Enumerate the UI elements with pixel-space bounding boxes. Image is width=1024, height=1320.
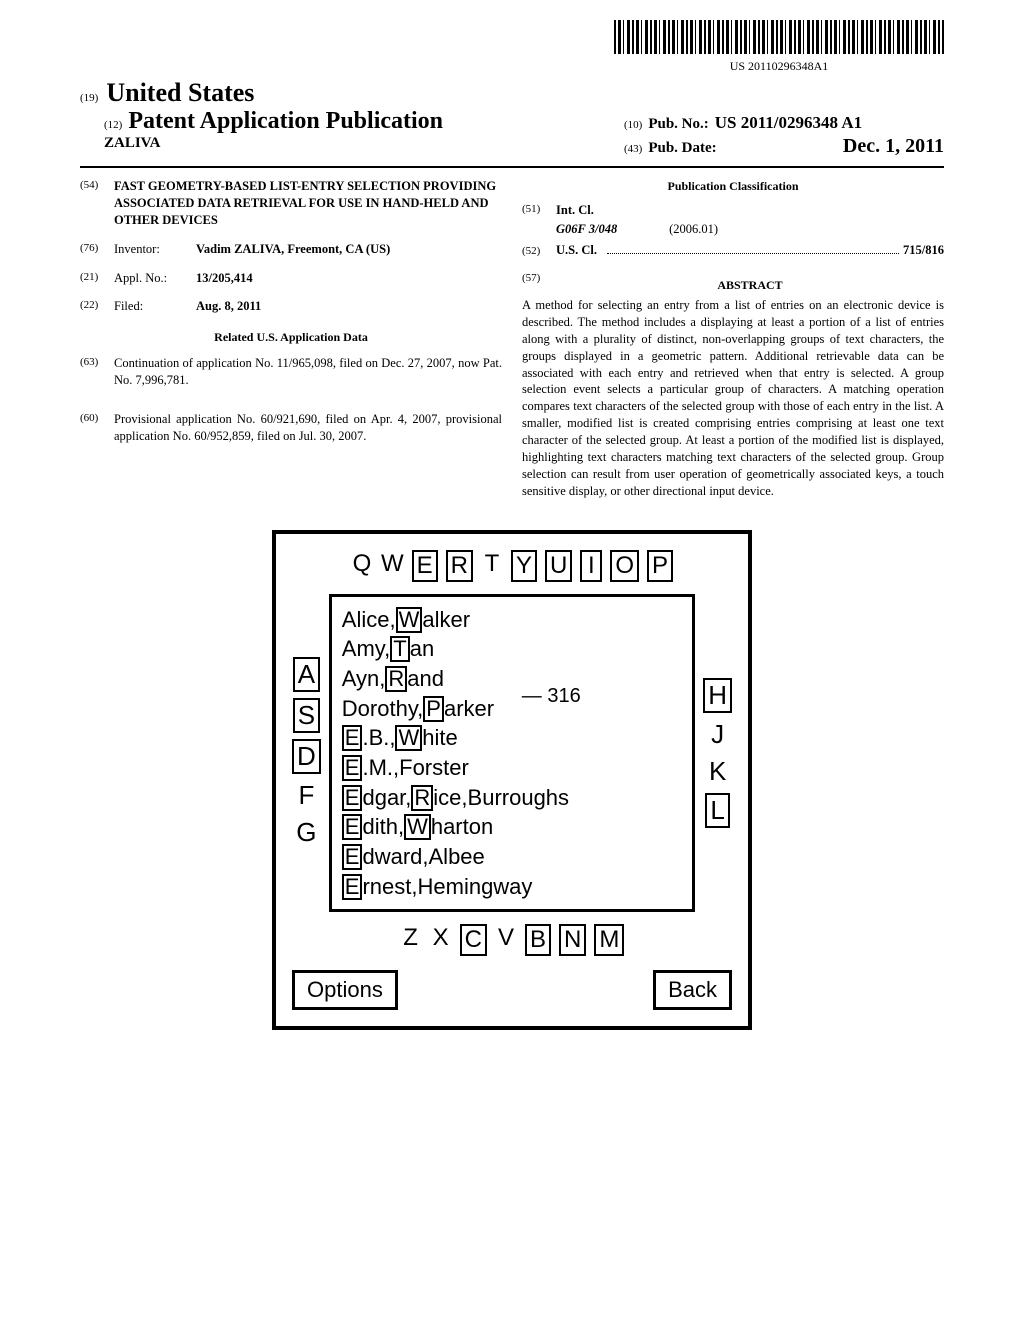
top-key-row: QWERTYUIOP (292, 550, 732, 582)
list-item[interactable]: Ayn,Rand (342, 664, 682, 694)
list-item[interactable]: E.M.,Forster (342, 753, 682, 783)
list-item[interactable]: Edgar,Rice,Burroughs (342, 783, 682, 813)
pub-no-label: Pub. No.: (648, 116, 708, 133)
barcode-block: US 20110296348A1 (80, 20, 944, 74)
intcl-code: (51) (522, 202, 556, 219)
biblio-columns: (54) FAST GEOMETRY-BASED LIST-ENTRY SELE… (80, 178, 944, 500)
filed-value: Aug. 8, 2011 (196, 298, 502, 315)
pub-type: Patent Application Publication (128, 108, 443, 135)
appl-value: 13/205,414 (196, 270, 502, 287)
uscl-code: (52) (522, 244, 556, 259)
keyboard-key[interactable]: X (430, 924, 452, 956)
intcl-class: G06F 3/048 (556, 221, 666, 238)
pub-date-code: (43) (624, 143, 642, 155)
abstract-label: ABSTRACT (556, 277, 944, 293)
options-button[interactable]: Options (292, 970, 398, 1010)
keyboard-key[interactable]: K (707, 756, 729, 787)
right-key-col: HJKL (703, 678, 732, 828)
pub-class-title: Publication Classification (522, 178, 944, 194)
list-item[interactable]: Dorothy,Parker (342, 694, 682, 724)
keyboard-key[interactable]: O (610, 550, 639, 582)
intcl-row: G06F 3/048 (2006.01) (556, 221, 944, 238)
list-item[interactable]: Alice,Walker (342, 605, 682, 635)
country-code: (19) (80, 92, 98, 104)
keyboard-key[interactable]: G (295, 817, 317, 848)
pub-no-value: US 2011/0296348 A1 (715, 113, 862, 133)
pub-date-value: Dec. 1, 2011 (843, 135, 944, 158)
keyboard-key[interactable]: M (594, 924, 624, 956)
keyboard-key[interactable]: R (446, 550, 473, 582)
keyboard-key[interactable]: H (703, 678, 732, 713)
left-key-col: ASDFG (292, 657, 321, 848)
inventor-code: (76) (80, 241, 114, 258)
keyboard-key[interactable]: Q (351, 550, 373, 582)
list-item[interactable]: Edward,Albee (342, 842, 682, 872)
ref-number: — 316 (522, 683, 581, 710)
prov-code: (60) (80, 411, 114, 455)
keyboard-key[interactable]: W (381, 550, 404, 582)
appl-code: (21) (80, 270, 114, 287)
back-button[interactable]: Back (653, 970, 732, 1010)
keyboard-key[interactable]: Z (400, 924, 422, 956)
uscl-label: U.S. Cl. (556, 242, 597, 259)
dots-leader (607, 253, 899, 254)
list-box: Alice,WalkerAmy,TanAyn,RandDorothy,Parke… (329, 594, 695, 913)
inventor-value: Vadim ZALIVA, Freemont, CA (US) (196, 241, 502, 258)
barcode-number: US 20110296348A1 (614, 59, 944, 74)
filed-code: (22) (80, 298, 114, 315)
list-item[interactable]: E.B.,White (342, 723, 682, 753)
prov-text: Provisional application No. 60/921,690, … (114, 411, 502, 445)
inventor-header: ZALIVA (104, 135, 160, 152)
keyboard-key[interactable]: L (705, 793, 729, 828)
filed-label: Filed: (114, 298, 196, 315)
invention-title: FAST GEOMETRY-BASED LIST-ENTRY SELECTION… (114, 178, 502, 229)
keyboard-key[interactable]: C (460, 924, 487, 956)
pub-date-label: Pub. Date: (648, 140, 716, 157)
device-frame: QWERTYUIOP ASDFG Alice,WalkerAmy,TanAyn,… (272, 530, 752, 1031)
keyboard-key[interactable]: Y (511, 550, 537, 582)
cont-code: (63) (80, 355, 114, 399)
bottom-key-row: ZXCVBNM (292, 924, 732, 956)
appl-label: Appl. No.: (114, 270, 196, 287)
intcl-label: Int. Cl. (556, 203, 594, 217)
keyboard-key[interactable]: B (525, 924, 551, 956)
keyboard-key[interactable]: T (481, 550, 503, 582)
keyboard-key[interactable]: A (293, 657, 320, 692)
inventor-label: Inventor: (114, 241, 196, 258)
keyboard-key[interactable]: F (295, 780, 317, 811)
list-item[interactable]: Amy,Tan (342, 634, 682, 664)
figure: QWERTYUIOP ASDFG Alice,WalkerAmy,TanAyn,… (80, 530, 944, 1031)
intcl-date: (2006.01) (669, 222, 718, 236)
pub-type-code: (12) (104, 119, 122, 131)
abstract-text: A method for selecting an entry from a l… (522, 297, 944, 500)
keyboard-key[interactable]: I (580, 550, 602, 582)
keyboard-key[interactable]: N (559, 924, 586, 956)
list-item[interactable]: Ernest,Hemingway (342, 872, 682, 902)
list-item[interactable]: Edith,Wharton (342, 812, 682, 842)
keyboard-key[interactable]: U (545, 550, 572, 582)
pub-no-code: (10) (624, 119, 642, 131)
header: (19) United States (12) Patent Applicati… (80, 78, 944, 168)
keyboard-key[interactable]: P (647, 550, 673, 582)
keyboard-key[interactable]: D (292, 739, 321, 774)
uscl-value: 715/816 (903, 242, 944, 259)
barcode-icon (614, 20, 944, 54)
related-title: Related U.S. Application Data (80, 329, 502, 345)
keyboard-key[interactable]: E (412, 550, 438, 582)
keyboard-key[interactable]: V (495, 924, 517, 956)
keyboard-key[interactable]: S (293, 698, 320, 733)
title-code: (54) (80, 178, 114, 229)
abstract-code: (57) (522, 271, 556, 297)
cont-text: Continuation of application No. 11/965,0… (114, 355, 502, 389)
keyboard-key[interactable]: J (707, 719, 729, 750)
country-name: United States (106, 78, 254, 108)
